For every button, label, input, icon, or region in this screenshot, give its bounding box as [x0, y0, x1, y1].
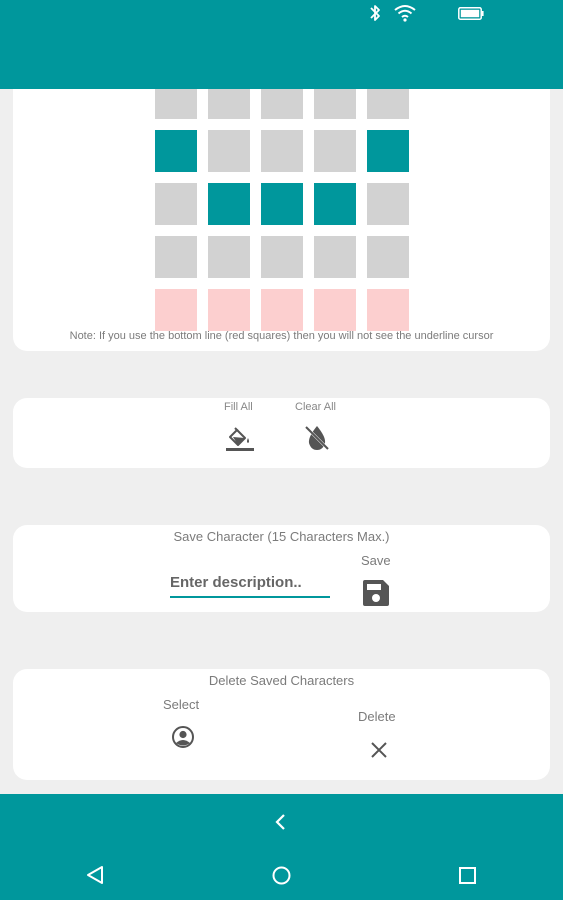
- app-header: [0, 0, 563, 89]
- nav-recents-icon[interactable]: [458, 866, 477, 885]
- grid-cell[interactable]: [208, 183, 250, 225]
- grid-cell[interactable]: [261, 183, 303, 225]
- fill-clear-card: Fill All Clear All: [13, 398, 550, 468]
- grid-cell[interactable]: [155, 183, 197, 225]
- save-icon[interactable]: [361, 578, 391, 608]
- grid-cell[interactable]: [314, 183, 356, 225]
- grid-cell[interactable]: [314, 130, 356, 172]
- grid-cell[interactable]: [208, 236, 250, 278]
- grid-cell[interactable]: [155, 89, 197, 119]
- grid-cell[interactable]: [208, 289, 250, 331]
- bluetooth-icon: [370, 5, 380, 21]
- save-label: Save: [361, 553, 391, 568]
- grid-cell[interactable]: [261, 289, 303, 331]
- navigation-bar: [0, 794, 563, 900]
- battery-icon: [458, 7, 484, 20]
- grid-cell[interactable]: [367, 236, 409, 278]
- fill-all-icon[interactable]: [225, 423, 255, 453]
- clear-all-label: Clear All: [295, 401, 336, 413]
- grid-cell[interactable]: [314, 89, 356, 119]
- grid-cell[interactable]: [261, 236, 303, 278]
- select-label: Select: [163, 697, 200, 712]
- save-section-title: Save Character (15 Characters Max.): [173, 529, 390, 544]
- delete-label: Delete: [358, 709, 396, 724]
- grid-cell[interactable]: [367, 183, 409, 225]
- fill-all-label: Fill All: [224, 401, 253, 413]
- description-input[interactable]: [170, 570, 330, 598]
- nav-home-icon[interactable]: [271, 865, 292, 886]
- save-character-card: Save Character (15 Characters Max.) Save: [13, 525, 550, 612]
- grid-cell[interactable]: [261, 130, 303, 172]
- grid-cell[interactable]: [155, 130, 197, 172]
- grid-cell[interactable]: [367, 289, 409, 331]
- grid-cell[interactable]: [314, 289, 356, 331]
- grid-cell[interactable]: [155, 236, 197, 278]
- clear-all-icon[interactable]: [303, 423, 331, 453]
- delete-close-icon[interactable]: [369, 740, 389, 760]
- grid-note: Note: If you use the bottom line (red sq…: [69, 330, 494, 342]
- delete-section-title: Delete Saved Characters: [208, 673, 355, 688]
- grid-cell[interactable]: [208, 130, 250, 172]
- select-account-icon[interactable]: [171, 725, 195, 749]
- grid-cell[interactable]: [367, 130, 409, 172]
- back-chevron-icon[interactable]: [271, 812, 291, 832]
- grid-cell[interactable]: [155, 289, 197, 331]
- delete-saved-card: Delete Saved Characters Select Delete: [13, 669, 550, 780]
- grid-cell[interactable]: [208, 89, 250, 119]
- wifi-icon: [394, 5, 416, 22]
- pixel-grid-card: Note: If you use the bottom line (red sq…: [13, 89, 550, 351]
- grid-cell[interactable]: [261, 89, 303, 119]
- nav-back-icon[interactable]: [84, 864, 106, 886]
- grid-cell[interactable]: [367, 89, 409, 119]
- grid-cell[interactable]: [314, 236, 356, 278]
- content-scroll-area[interactable]: Note: If you use the bottom line (red sq…: [0, 89, 563, 794]
